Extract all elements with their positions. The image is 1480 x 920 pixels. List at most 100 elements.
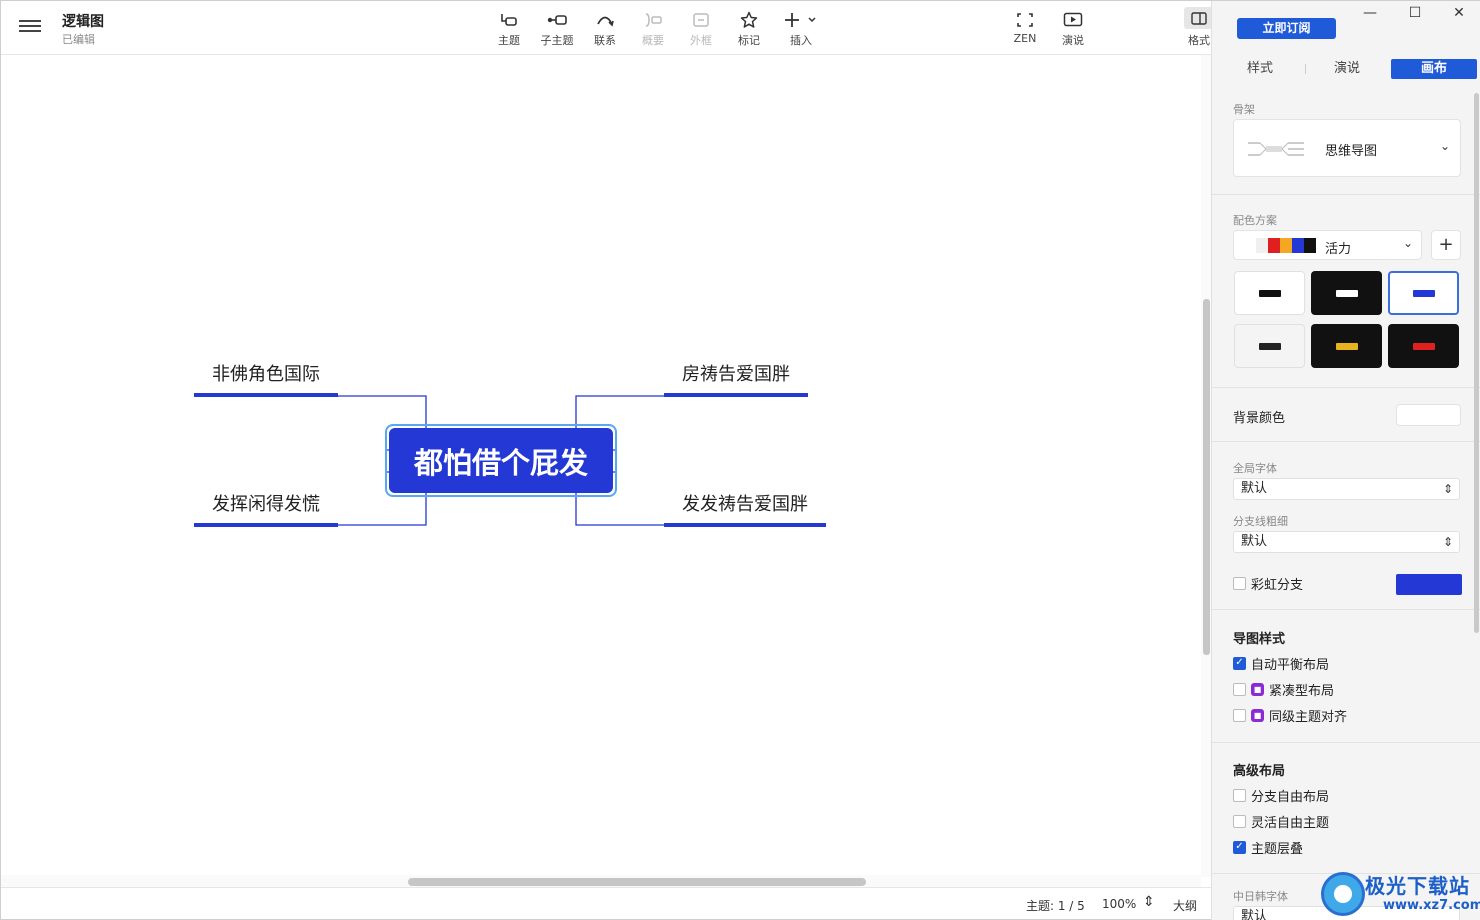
central-topic[interactable]: 都怕借个屁发 [385, 424, 617, 497]
theme-thumb-dark[interactable] [1311, 271, 1382, 315]
topic-overlap-option[interactable]: ✓ 主题层叠 [1233, 839, 1304, 857]
branch-color-swatch[interactable] [1396, 574, 1462, 595]
mindmap-canvas[interactable]: 非佛角色国际 发挥闲得发慌 房祷告爱国胖 发发祷告爱国胖 都怕借个屁发 [1, 55, 1201, 875]
horizontal-scroll-thumb[interactable] [408, 878, 866, 886]
zen-label: ZEN [1013, 32, 1037, 45]
present-label: 演说 [1062, 34, 1084, 47]
free-branch-option[interactable]: 分支自由布局 [1233, 787, 1330, 805]
play-screen-icon [1051, 9, 1095, 31]
global-font-label: 全局字体 [1233, 462, 1277, 475]
panel-scrollbar-thumb[interactable] [1474, 93, 1479, 633]
bg-color-picker[interactable] [1396, 404, 1461, 426]
boundary-icon [679, 9, 723, 31]
map-style-heading: 导图样式 [1233, 632, 1286, 647]
document-status: 已编辑 [62, 33, 95, 46]
global-font-value: 默认 [1241, 481, 1268, 496]
lock-icon: ■ [1251, 682, 1264, 696]
status-bar: 主题: 1 / 5 100% ⇕ 大纲 [1, 887, 1211, 920]
document-title[interactable]: 逻辑图 [62, 11, 104, 31]
menu-icon[interactable] [19, 17, 41, 37]
tab-style[interactable]: 样式 [1230, 59, 1290, 79]
fullscreen-icon [1003, 9, 1047, 31]
topic-count: 主题: 1 / 5 [1026, 899, 1085, 913]
theme-thumb-gold[interactable] [1311, 324, 1382, 368]
updown-icon: ⇕ [1442, 482, 1453, 496]
watermark-url: www.xz7.com [1383, 898, 1480, 913]
cjk-font-label: 中日韩字体 [1233, 890, 1288, 903]
theme-thumb-light[interactable] [1234, 271, 1305, 315]
color-scheme-select[interactable]: 活力 ⌄ [1233, 230, 1422, 260]
relation-button[interactable]: 联系 [583, 9, 627, 48]
tab-canvas[interactable]: 画布 [1391, 59, 1477, 79]
right-topic-2[interactable]: 发发祷告爱国胖 [682, 490, 808, 516]
subtopic-button[interactable]: 子主题 [535, 9, 579, 48]
cjk-font-value: 默认 [1241, 909, 1268, 920]
mindmap-structure-icon [1248, 142, 1304, 156]
watermark-logo [1321, 872, 1365, 916]
left-topic-2-underline [194, 523, 338, 527]
zen-button[interactable]: ZEN [1003, 9, 1047, 45]
swatch-light [1256, 238, 1268, 253]
free-branch-checkbox[interactable] [1233, 788, 1246, 802]
minimize-icon[interactable]: — [1359, 5, 1381, 21]
theme-thumb-gray[interactable] [1234, 324, 1305, 368]
theme-thumb-blue-selected[interactable] [1388, 271, 1459, 315]
boundary-label: 外框 [690, 34, 712, 47]
add-color-scheme-button[interactable]: + [1431, 230, 1461, 260]
swatch-blue [1292, 238, 1304, 253]
toolbar: 逻辑图 已编辑 主题 子主题 联系 概要 外框 标记 插入 ZEN 演说 格式 [1, 1, 1214, 55]
outline-button[interactable]: 大纲 [1173, 897, 1197, 914]
global-font-select[interactable]: 默认 ⇕ [1233, 478, 1460, 500]
marker-label: 标记 [738, 34, 760, 47]
skeleton-select[interactable]: 思维导图 ⌄ [1233, 119, 1461, 177]
topic-button[interactable]: 主题 [487, 9, 531, 48]
compact-layout-option[interactable]: ■ 紧凑型布局 [1233, 681, 1334, 699]
tab-separator [1305, 64, 1306, 74]
branch-width-select[interactable]: 默认 ⇕ [1233, 531, 1460, 553]
align-siblings-option[interactable]: ■ 同级主题对齐 [1233, 707, 1347, 725]
rainbow-branch-option[interactable]: 彩虹分支 [1233, 575, 1303, 593]
plus-chevron-icon [779, 9, 823, 31]
align-siblings-checkbox[interactable] [1233, 708, 1246, 722]
auto-balance-label: 自动平衡布局 [1251, 657, 1330, 673]
chevron-down-icon: ⌄ [1439, 139, 1450, 153]
right-topic-1[interactable]: 房祷告爱国胖 [682, 360, 790, 386]
tab-present[interactable]: 演说 [1317, 59, 1377, 79]
subscribe-button[interactable]: 立即订阅 [1237, 18, 1336, 39]
auto-balance-checkbox[interactable]: ✓ [1233, 656, 1246, 670]
flexible-topic-option[interactable]: 灵活自由主题 [1233, 813, 1329, 831]
flexible-topic-checkbox[interactable] [1233, 814, 1246, 828]
theme-thumb-red[interactable] [1388, 324, 1459, 368]
topic-overlap-label: 主题层叠 [1251, 841, 1304, 857]
divider [1212, 742, 1480, 743]
color-scheme-label: 配色方案 [1233, 214, 1277, 227]
zoom-stepper-icon[interactable]: ⇕ [1143, 894, 1155, 910]
summary-button[interactable]: 概要 [631, 9, 675, 48]
maximize-icon[interactable]: ☐ [1404, 5, 1426, 21]
insert-label: 插入 [790, 34, 812, 47]
advanced-layout-heading: 高级布局 [1233, 764, 1286, 779]
star-icon [727, 9, 771, 31]
zoom-level[interactable]: 100% [1102, 897, 1136, 911]
insert-button[interactable]: 插入 [779, 9, 823, 48]
rainbow-branch-checkbox[interactable] [1233, 576, 1246, 590]
canvas-horizontal-scrollbar[interactable] [1, 875, 1201, 887]
present-button[interactable]: 演说 [1051, 9, 1095, 48]
summary-icon [631, 9, 675, 31]
subtopic-label: 子主题 [540, 34, 574, 47]
topic-overlap-checkbox[interactable]: ✓ [1233, 840, 1246, 854]
panel-tabs: 样式 演说 画布 [1212, 59, 1480, 79]
left-topic-1[interactable]: 非佛角色国际 [212, 360, 320, 386]
compact-layout-checkbox[interactable] [1233, 682, 1246, 696]
auto-balance-option[interactable]: ✓ 自动平衡布局 [1233, 655, 1330, 673]
boundary-button[interactable]: 外框 [679, 9, 723, 48]
left-topic-2[interactable]: 发挥闲得发慌 [212, 490, 320, 516]
vertical-scroll-thumb[interactable] [1203, 299, 1210, 655]
topic-label: 主题 [498, 34, 520, 47]
free-branch-label: 分支自由布局 [1251, 789, 1330, 805]
marker-button[interactable]: 标记 [727, 9, 771, 48]
close-icon[interactable]: ✕ [1448, 5, 1470, 21]
lock-icon: ■ [1251, 708, 1264, 722]
divider [1212, 441, 1480, 442]
canvas-vertical-scrollbar[interactable] [1201, 55, 1211, 877]
